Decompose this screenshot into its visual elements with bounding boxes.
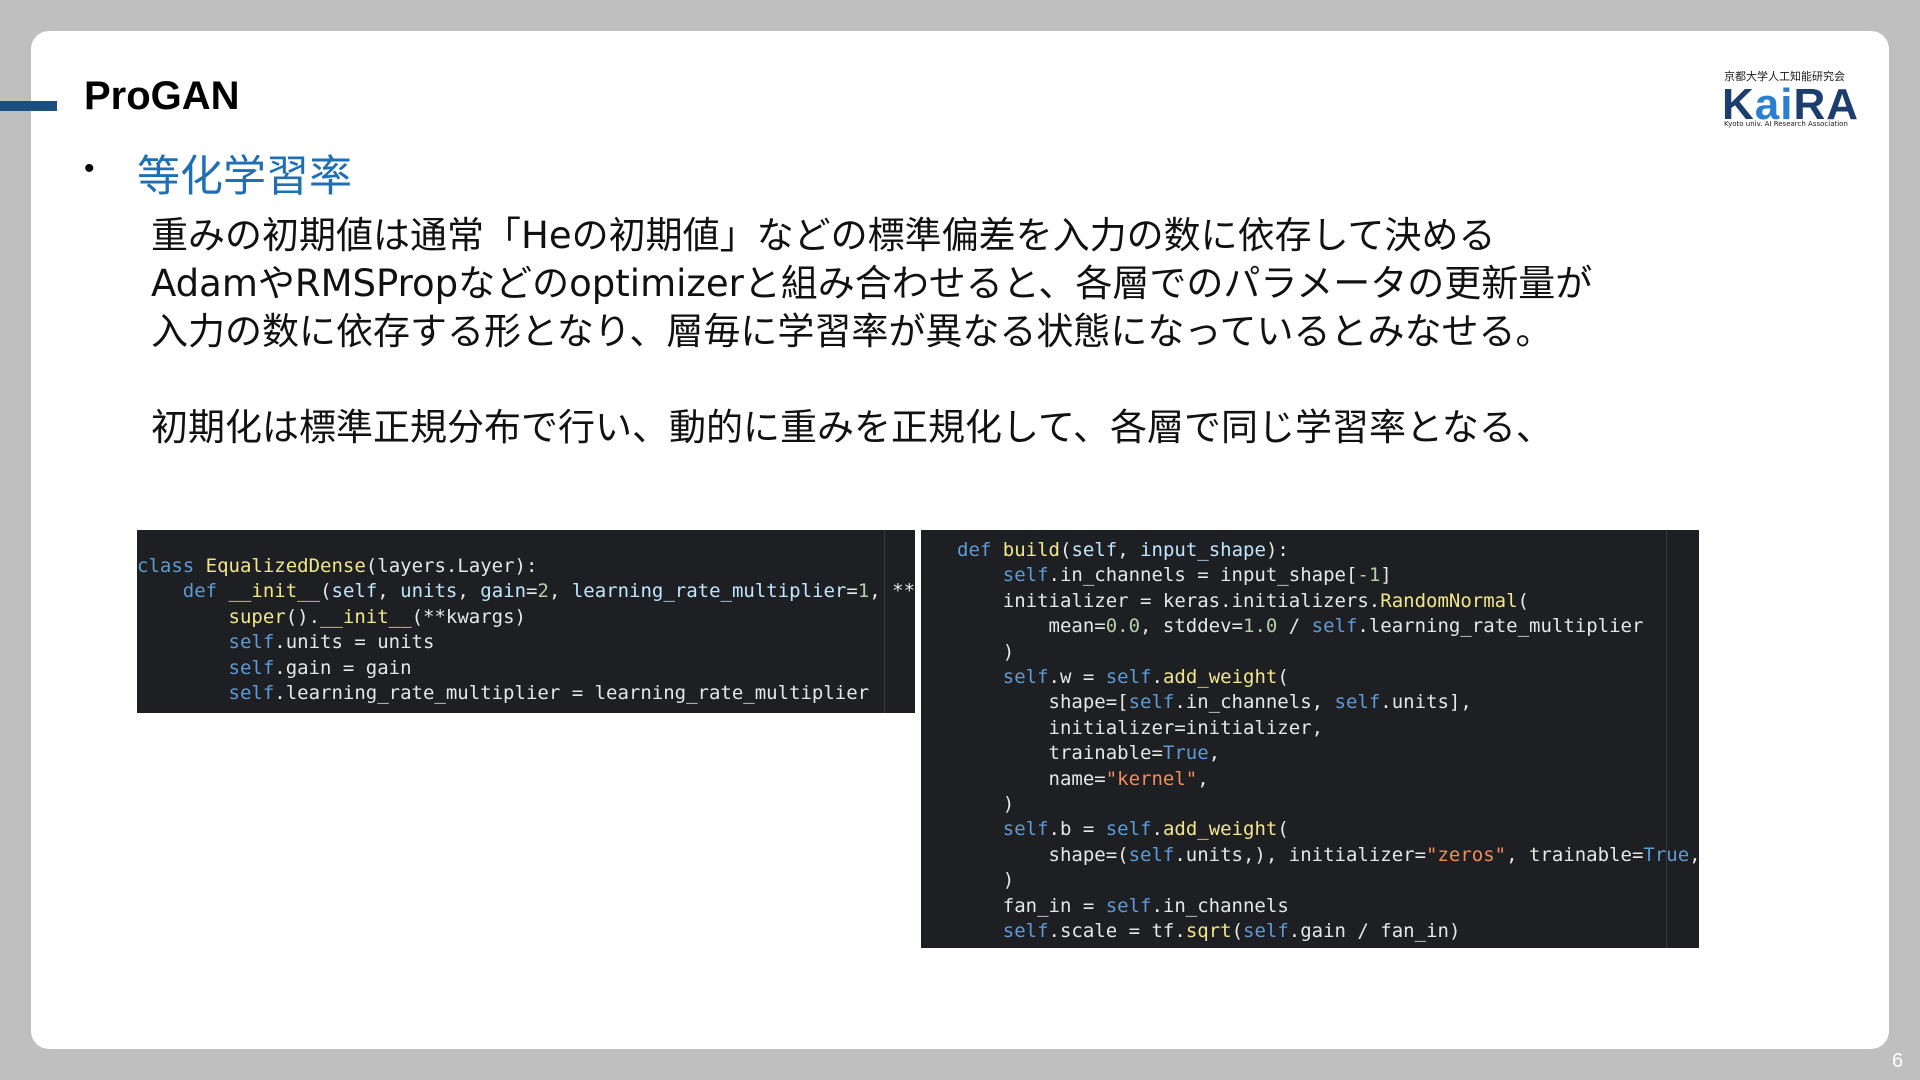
logo-english-name: Kyoto univ. AI Research Association: [1724, 120, 1848, 128]
code-line: initializer = keras.initializers.RandomN…: [957, 589, 1529, 612]
code-line: self.scale = tf.sqrt(self.gain / fan_in): [1002, 920, 1461, 943]
page-number: 6: [1892, 1050, 1904, 1072]
code-line: ): [957, 640, 1015, 663]
code-line: self.units = units: [228, 631, 435, 654]
body-line-4: 初期化は標準正規分布で行い、動的に重みを正規化して、各層で同じ学習率となる、: [151, 406, 1553, 449]
code-line: name="kernel",: [957, 767, 1209, 790]
code-line: ): [957, 793, 1015, 816]
code-block-class-init: class EqualizedDense(layers.Layer): def …: [137, 530, 915, 713]
code-line: self.learning_rate_multiplier = learning…: [228, 682, 870, 705]
code-line: class EqualizedDense(layers.Layer):: [137, 555, 538, 577]
bullet-marker: •: [84, 152, 95, 185]
title-accent-bar: [0, 101, 57, 111]
body-line-1: 重みの初期値は通常「Heの初期値」などの標準偏差を入力の数に依存して決める: [151, 214, 1496, 257]
code-line: self.gain = gain: [228, 656, 412, 679]
code-line: self.w = self.add_weight(: [1002, 666, 1289, 689]
kaira-logo: 京都大学人工知能研究会 KaiRA Kyoto univ. AI Researc…: [1722, 68, 1872, 132]
body-text: 重みの初期値は通常「Heの初期値」などの標準偏差を入力の数に依存して決める Ad…: [151, 212, 1711, 452]
code-ruler: [1666, 530, 1667, 948]
code-line: initializer=initializer,: [957, 716, 1324, 739]
body-line-3: 入力の数に依存する形となり、層毎に学習率が異なる状態になっているとみなせる。: [151, 310, 1553, 353]
code-line: def build(self, input_shape):: [957, 539, 1289, 561]
code-line: shape=(self.units,), initializer="zeros"…: [957, 843, 1700, 866]
body-spacer: [151, 356, 1711, 404]
slide-title: ProGAN: [84, 74, 240, 118]
bullet-heading: 等化学習率: [137, 152, 352, 202]
code-ruler: [884, 530, 885, 713]
code-line: fan_in = self.in_channels: [957, 894, 1289, 917]
code-line: def __init__(self, units, gain=2, learni…: [182, 580, 915, 603]
body-line-2: AdamやRMSPropなどのoptimizerと組み合わせると、各層でのパラメ…: [151, 262, 1593, 305]
code-line: self.in_channels = input_shape[-1]: [1002, 564, 1392, 587]
code-block-build: def build(self, input_shape): self.in_ch…: [921, 530, 1699, 948]
code-line: self.b = self.add_weight(: [1002, 818, 1289, 841]
code-token: layers.Layer: [377, 555, 515, 577]
code-line: super().__init__(**kwargs): [228, 605, 526, 628]
code-line: ): [957, 869, 1015, 892]
code-line: shape=[self.in_channels, self.units],: [957, 691, 1472, 714]
code-line: mean=0.0, stddev=1.0 / self.learning_rat…: [957, 615, 1644, 638]
code-line: trainable=True,: [957, 742, 1221, 765]
